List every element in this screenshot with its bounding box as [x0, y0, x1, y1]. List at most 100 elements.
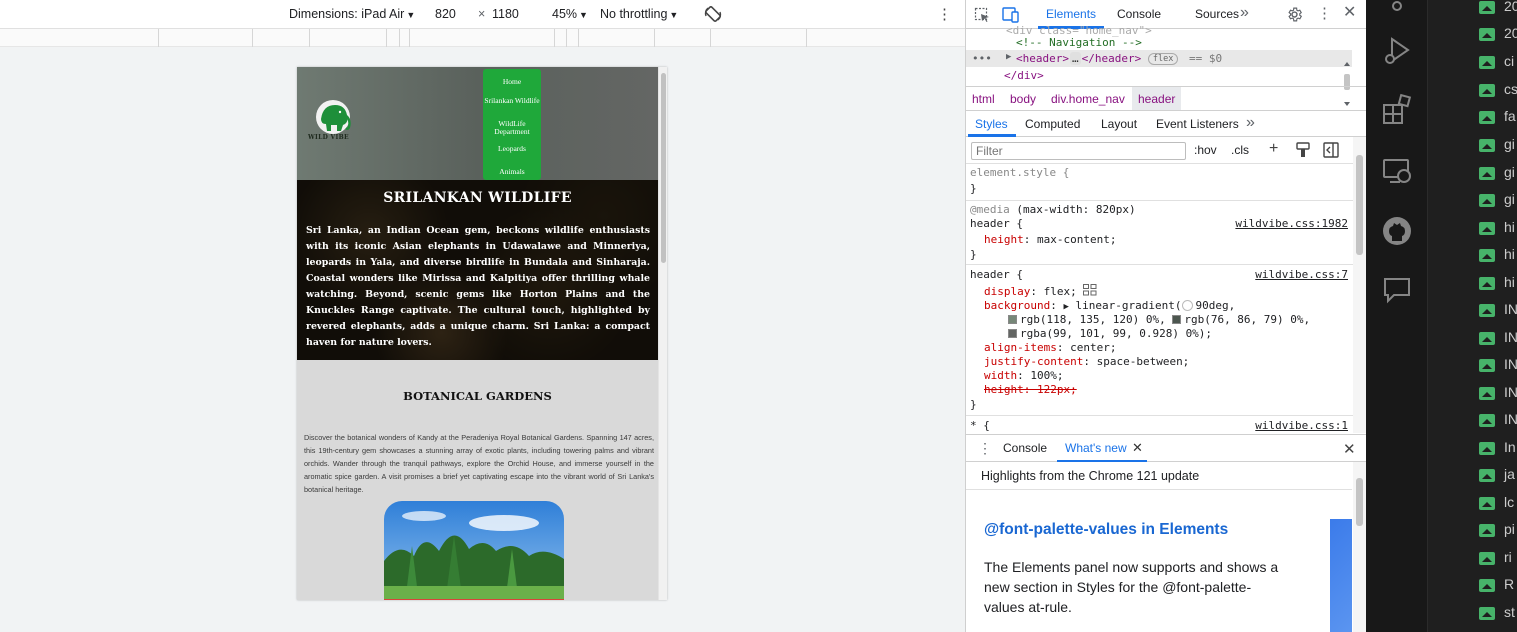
breadcrumb-html[interactable]: html	[972, 92, 995, 106]
dom-line-div-close[interactable]: </div>	[1004, 69, 1044, 82]
hover-state-toggle[interactable]: :hov	[1194, 143, 1217, 157]
paint-brush-icon[interactable]	[1296, 142, 1310, 158]
header-rule-selector[interactable]: header {	[970, 217, 1023, 230]
breadcrumb-div-home-nav[interactable]: div.home_nav	[1051, 92, 1125, 106]
tab-event-listeners[interactable]: Event Listeners	[1156, 117, 1239, 131]
decl-width[interactable]: width: 100%;	[984, 369, 1064, 382]
scrollbar-thumb[interactable]	[1356, 155, 1363, 255]
file-name: ci	[1504, 53, 1515, 69]
more-options-icon[interactable]: ⋮	[937, 5, 952, 23]
zoom-select[interactable]: 45% ▼	[552, 7, 588, 21]
flex-badge[interactable]: flex	[1147, 53, 1179, 65]
class-toggle[interactable]: .cls	[1231, 143, 1249, 157]
inspect-element-icon[interactable]	[974, 7, 990, 23]
close-tab-icon[interactable]: ✕	[1132, 440, 1143, 456]
nav-item-home[interactable]: Home	[483, 78, 541, 86]
image-file-icon	[1479, 414, 1495, 427]
expand-arrow-icon[interactable]: ▶	[1006, 52, 1011, 62]
tab-layout[interactable]: Layout	[1101, 117, 1137, 131]
tab-console[interactable]: Console	[1117, 7, 1161, 21]
tab-styles[interactable]: Styles	[975, 117, 1008, 131]
image-file-icon	[1479, 332, 1495, 345]
color-swatch[interactable]	[1008, 329, 1017, 338]
scrollbar-thumb[interactable]	[661, 73, 666, 263]
dom-row-dots-icon[interactable]: •••	[972, 52, 992, 65]
device-viewport[interactable]: WILD VIBE Home Srilankan Wildlife WildLi…	[297, 67, 667, 600]
decl-align-items[interactable]: align-items: center;	[984, 341, 1116, 354]
nav-item-animals[interactable]: Animals	[483, 168, 541, 176]
file-name: hi	[1504, 246, 1515, 262]
more-subtabs-icon[interactable]: »	[1246, 114, 1255, 132]
decl-display[interactable]: display: flex;	[984, 284, 1097, 298]
gradient-stop-3: rgba(99, 101, 99, 0.928) 0%);	[1020, 327, 1213, 340]
customize-menu-icon[interactable]: ⋮	[1317, 6, 1332, 21]
drawer-scrollbar[interactable]	[1353, 462, 1366, 632]
color-swatch[interactable]	[1172, 315, 1182, 324]
source-link-7[interactable]: wildvibe.css:7	[1255, 268, 1348, 281]
prop-value: space-between;	[1096, 355, 1190, 368]
extensions-icon[interactable]	[1380, 93, 1414, 127]
close-devtools-icon[interactable]: ✕	[1343, 5, 1356, 21]
device-dimensions-select[interactable]: Dimensions: iPad Air ▼	[289, 7, 415, 21]
file-name: 20	[1504, 25, 1517, 41]
media-query-ruler	[0, 29, 965, 47]
dom-collapsed-ellipsis[interactable]: …	[1069, 52, 1081, 65]
breadcrumb-header[interactable]: header	[1132, 87, 1182, 110]
source-link-1[interactable]: wildvibe.css:1	[1255, 419, 1348, 432]
drawer-menu-icon[interactable]: ⋮	[978, 440, 992, 457]
scrollbar-thumb[interactable]	[1356, 478, 1363, 526]
file-name: R	[1504, 576, 1515, 592]
device-height-input[interactable]: 1180	[492, 7, 519, 21]
more-tabs-icon[interactable]: »	[1240, 4, 1249, 22]
decl-height-overridden[interactable]: height: 122px;	[984, 383, 1077, 396]
new-style-rule-icon[interactable]: +	[1269, 140, 1278, 158]
rotate-icon[interactable]	[703, 4, 723, 24]
nav-item-leopards[interactable]: Leopards	[483, 145, 541, 153]
nav-item-wildlife-department[interactable]: WildLife Department	[483, 120, 541, 136]
nav-item-srilankan-wildlife[interactable]: Srilankan Wildlife	[483, 97, 541, 105]
remote-explorer-icon[interactable]	[1380, 154, 1414, 188]
dom-line-header[interactable]: <header>… </header> flex == $0	[1016, 52, 1222, 65]
device-toolbar-toggle-icon[interactable]	[1002, 7, 1020, 23]
breadcrumb-body[interactable]: body	[1010, 92, 1036, 106]
file-name: pi	[1504, 521, 1515, 537]
image-file-icon	[1479, 359, 1495, 372]
tab-elements[interactable]: Elements	[1046, 7, 1096, 21]
settings-gear-icon[interactable]	[1286, 6, 1303, 23]
dom-line-comment[interactable]: <!-- Navigation -->	[1016, 36, 1142, 49]
image-file-icon	[1479, 442, 1495, 455]
styles-scrollbar[interactable]	[1353, 137, 1366, 433]
file-name: gi	[1504, 164, 1515, 180]
decl-height[interactable]: height: max-content;	[984, 233, 1116, 246]
source-link-1982[interactable]: wildvibe.css:1982	[1235, 217, 1348, 230]
image-file-icon	[1479, 56, 1495, 69]
color-swatch[interactable]	[1008, 315, 1017, 324]
universal-rule-selector[interactable]: * {	[970, 419, 990, 432]
image-file-icon	[1479, 111, 1495, 124]
styles-filter-input[interactable]	[971, 142, 1186, 160]
toggle-sidebar-icon[interactable]	[1323, 142, 1339, 158]
expand-triangle-icon[interactable]: ▶	[1063, 302, 1068, 312]
throttling-select[interactable]: No throttling ▼	[600, 7, 678, 21]
botanical-gardens-text: Discover the botanical wonders of Kandy …	[304, 433, 654, 494]
drawer-tab-whats-new[interactable]: What's new	[1065, 441, 1127, 455]
run-debug-icon[interactable]	[1380, 33, 1414, 67]
decl-justify-content[interactable]: justify-content: space-between;	[984, 355, 1189, 368]
tab-computed[interactable]: Computed	[1025, 117, 1080, 131]
live-share-icon[interactable]	[1380, 273, 1414, 307]
angle-clock-icon[interactable]	[1181, 300, 1193, 311]
flexbox-editor-icon[interactable]	[1083, 284, 1097, 296]
github-icon[interactable]	[1380, 214, 1414, 248]
rule-close-brace: }	[970, 398, 977, 411]
device-width-input[interactable]: 820	[435, 7, 456, 21]
feature-heading-link[interactable]: @font-palette-values in Elements	[984, 521, 1228, 539]
device-scrollbar[interactable]	[658, 67, 667, 600]
element-style-rule[interactable]: element.style {	[970, 166, 1069, 179]
close-drawer-icon[interactable]: ✕	[1343, 440, 1356, 458]
tab-sources[interactable]: Sources	[1195, 7, 1239, 21]
decl-background[interactable]: background: ▶ linear-gradient(90deg,	[984, 299, 1235, 312]
logo-text: WILD VIBE	[308, 134, 349, 141]
header-rule-selector-2[interactable]: header {	[970, 268, 1023, 281]
drawer-tab-console[interactable]: Console	[1003, 441, 1047, 455]
source-control-icon[interactable]	[1380, 0, 1414, 20]
